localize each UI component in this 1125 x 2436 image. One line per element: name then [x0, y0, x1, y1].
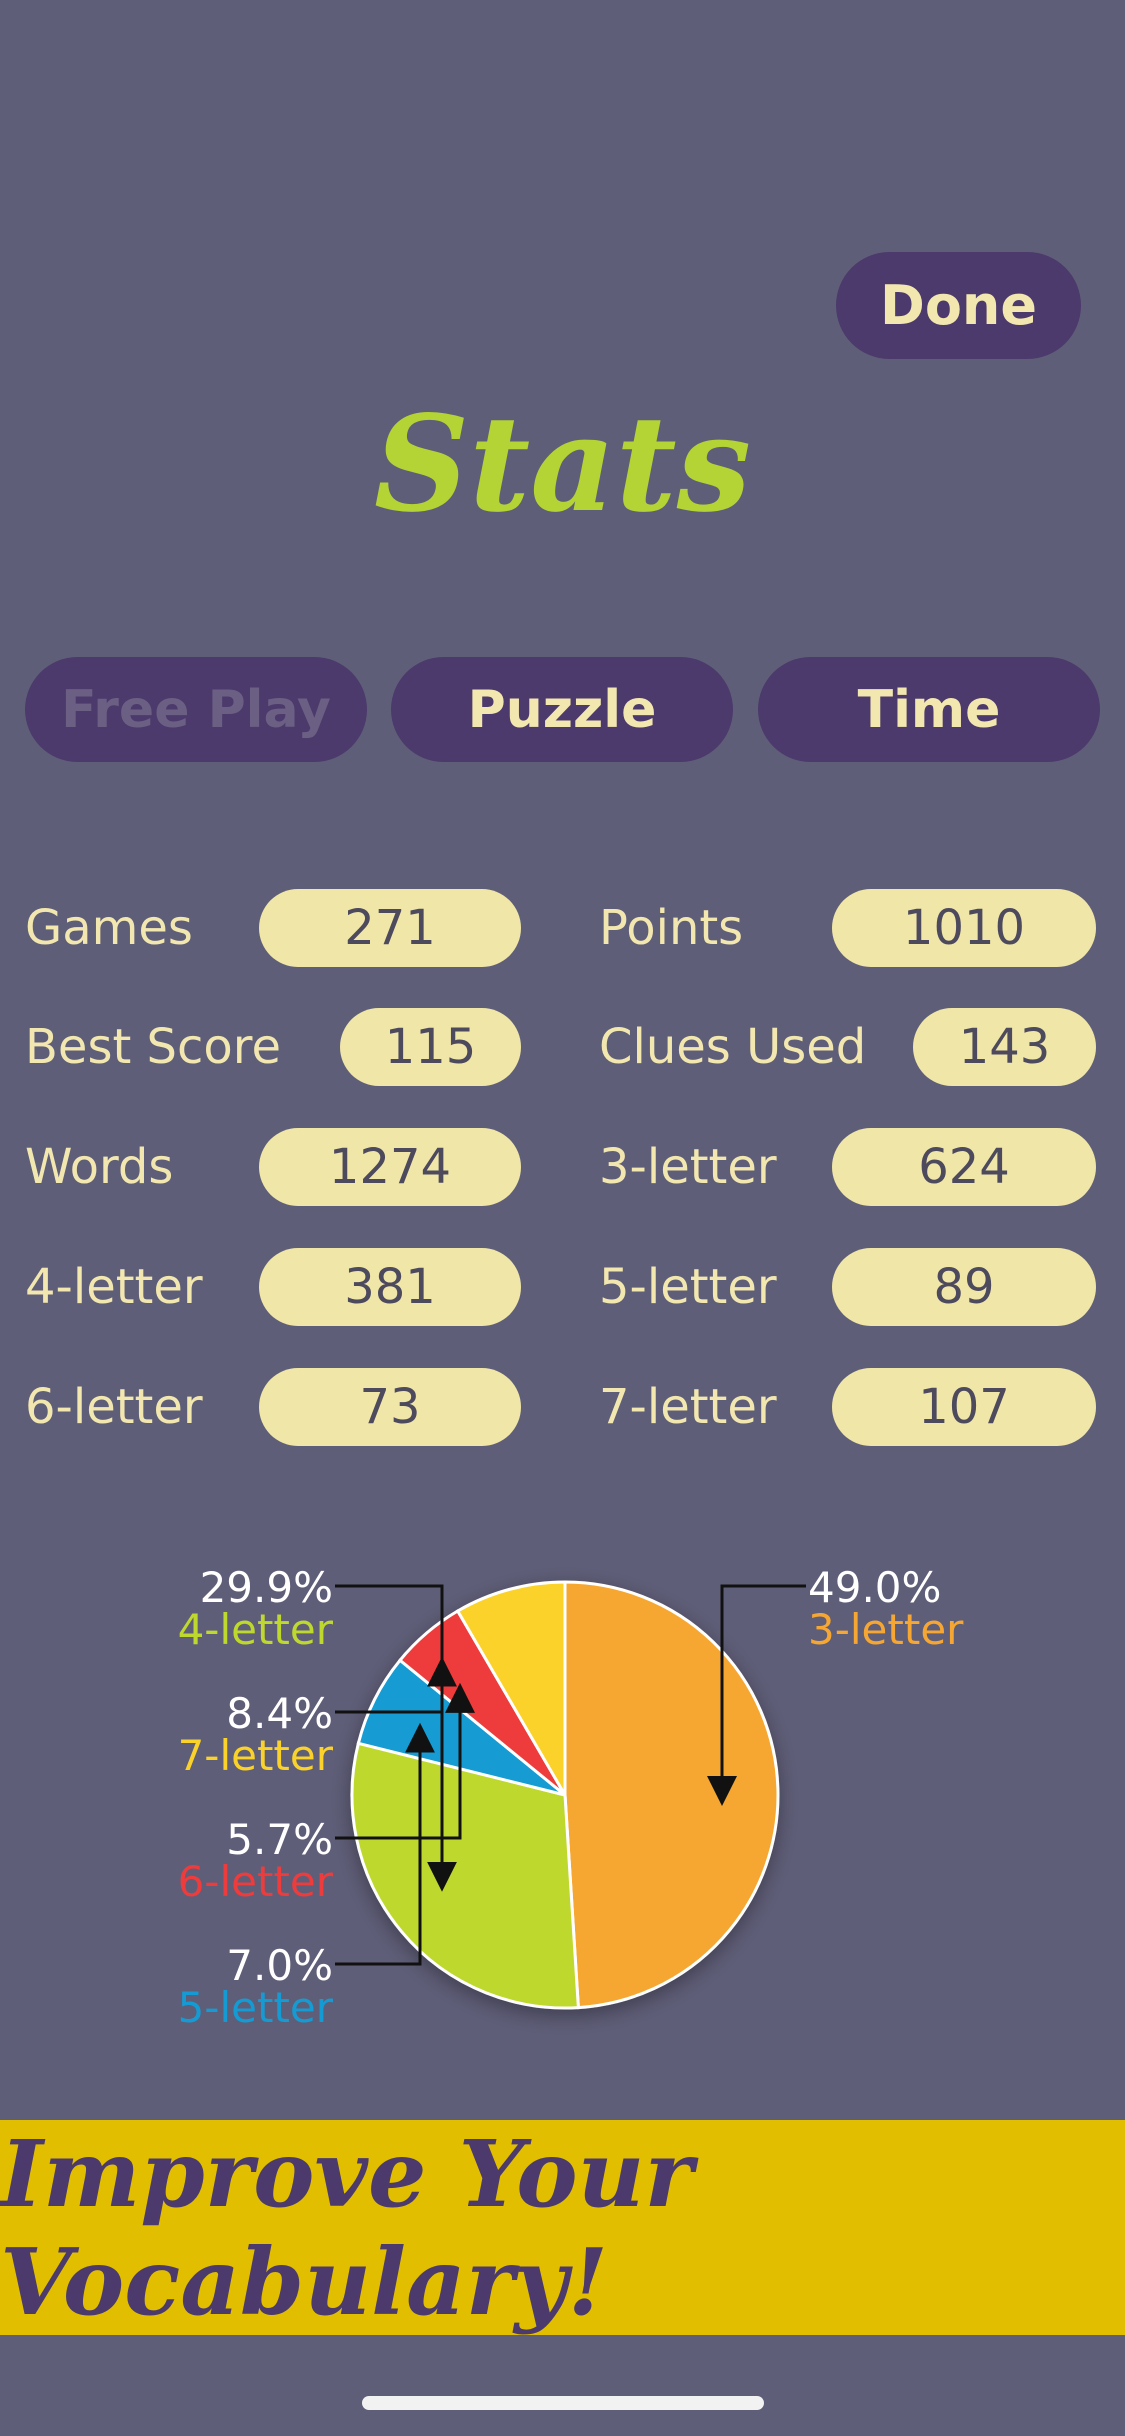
pie-label-name-7-letter: 7-letter	[178, 1731, 334, 1780]
promo-banner[interactable]: Improve Your Vocabulary!	[0, 2119, 1125, 2336]
home-indicator[interactable]	[362, 2396, 764, 2410]
pie-label-name-6-letter: 6-letter	[178, 1857, 334, 1906]
pie-label-name-5-letter: 5-letter	[178, 1983, 334, 2032]
pie-label-name-3-letter: 3-letter	[808, 1605, 964, 1654]
word-length-pie-chart: 49.0%3-letter29.9%4-letter7.0%5-letter5.…	[178, 1563, 965, 2032]
pie-label-name-4-letter: 4-letter	[178, 1605, 334, 1654]
promo-banner-text: Improve Your Vocabulary!	[0, 2119, 693, 2336]
pie-slice-3-letter	[563, 1580, 780, 2010]
